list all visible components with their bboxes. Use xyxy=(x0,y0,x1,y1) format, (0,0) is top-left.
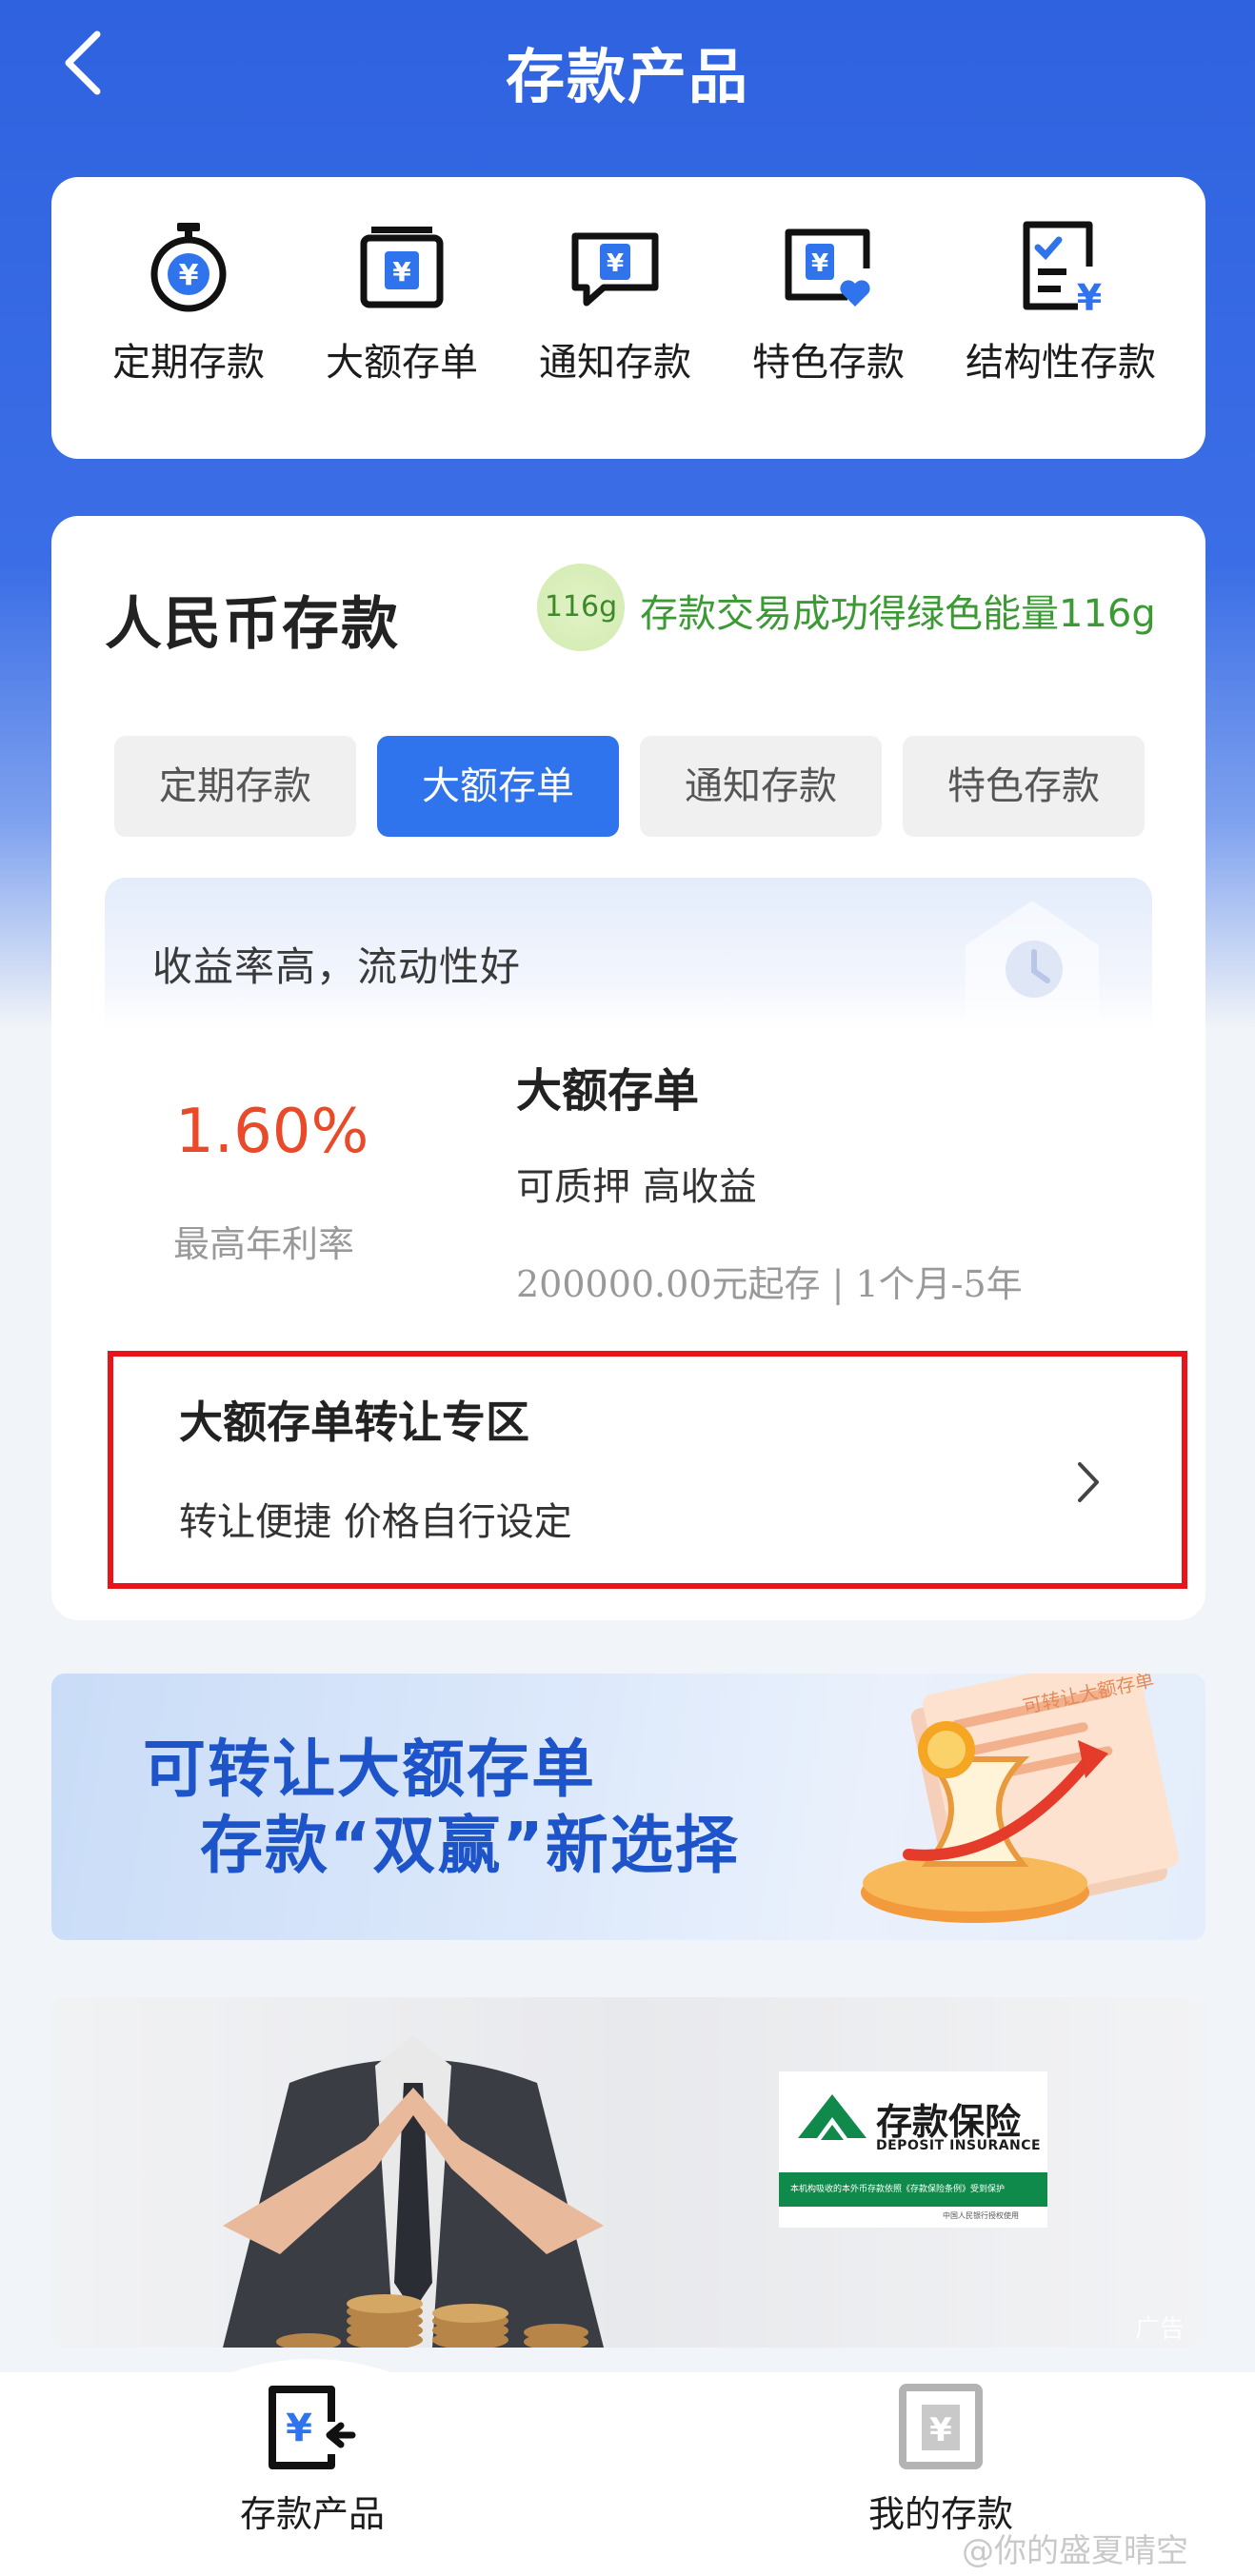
category-label: 结构性存款 xyxy=(966,341,1156,385)
insurance-green-strip: 本机构吸收的本外币存款依照《存款保险条例》受到保护 xyxy=(779,2172,1047,2207)
category-large-cd[interactable]: ¥ 大额存单 xyxy=(307,219,497,386)
house-clock-icon xyxy=(956,893,1108,1020)
category-label: 大额存单 xyxy=(326,341,478,385)
message-yuan-icon: ¥ xyxy=(571,232,659,307)
deposit-transfer-icon: ¥ xyxy=(269,2386,356,2469)
timer-yuan-icon: ¥ xyxy=(150,223,227,312)
nav-my-deposits[interactable]: ¥ 我的存款 xyxy=(846,2380,1036,2537)
svg-text:¥: ¥ xyxy=(811,249,828,278)
card-heart-yuan-icon: ¥ xyxy=(785,228,870,307)
insurance-footnote: 中国人民银行授权使用 xyxy=(943,2211,1019,2220)
green-energy-text[interactable]: 存款交易成功得绿色能量116g xyxy=(640,583,1156,638)
nav-label: 存款产品 xyxy=(239,2493,385,2535)
svg-text:¥: ¥ xyxy=(607,249,624,278)
insurance-subtitle: DEPOSIT INSURANCE xyxy=(876,2138,1042,2153)
deposit-insurance-logo-icon xyxy=(798,2094,867,2140)
chevron-right-icon xyxy=(1074,1458,1103,1510)
transfer-title: 大额存单转让专区 xyxy=(179,1397,529,1448)
my-deposit-icon: ¥ xyxy=(899,2384,983,2469)
category-featured-deposit[interactable]: ¥ 特色存款 xyxy=(733,219,924,386)
coins-hourglass-illustration: 可转让大额存单 xyxy=(861,1674,1180,1923)
promo-text: 收益率高，流动性好 xyxy=(152,943,522,990)
product-meta: 200000.00元起存 | 1个月-5年 xyxy=(516,1263,1023,1305)
svg-text:¥: ¥ xyxy=(1077,277,1102,314)
category-label: 特色存款 xyxy=(752,341,905,385)
svg-text:¥: ¥ xyxy=(286,2407,312,2450)
tab-fixed-deposit[interactable]: 定期存款 xyxy=(114,736,356,837)
category-label: 通知存款 xyxy=(539,341,691,385)
certificate-yuan-icon: ¥ xyxy=(360,227,444,308)
transfer-subtitle: 转让便捷 价格自行设定 xyxy=(179,1500,572,1544)
category-notice-deposit[interactable]: ¥ 通知存款 xyxy=(520,219,710,386)
rate-label: 最高年利率 xyxy=(173,1223,355,1265)
green-energy-badge: 116g xyxy=(537,564,625,651)
watermark: @你的盛夏晴空 xyxy=(962,2532,1188,2570)
product-features: 可质押 高收益 xyxy=(516,1165,757,1209)
tab-notice-deposit[interactable]: 通知存款 xyxy=(640,736,882,837)
page-title: 存款产品 xyxy=(505,42,749,111)
nav-active-bump xyxy=(221,2359,402,2376)
category-label: 定期存款 xyxy=(112,341,265,385)
energy-badge-value: 116g xyxy=(544,590,618,624)
nav-deposit-products[interactable]: ¥ 存款产品 xyxy=(217,2380,408,2537)
ad-subheadline: 存款“双赢”新选择 xyxy=(200,1809,740,1882)
category-fixed-deposit[interactable]: ¥ 定期存款 xyxy=(93,219,284,386)
cd-transfer-zone[interactable] xyxy=(108,1351,1187,1589)
svg-text:¥: ¥ xyxy=(179,259,199,292)
svg-text:¥: ¥ xyxy=(392,256,411,287)
rate-value: 1.60% xyxy=(175,1097,369,1167)
insurance-title: 存款保险 xyxy=(876,2101,1022,2143)
product-name[interactable]: 大额存单 xyxy=(516,1053,699,1120)
category-card: ¥ 定期存款 ¥ 大额存单 ¥ 通知存款 ¥ 特色存款 ¥ 结构性存款 xyxy=(51,177,1205,459)
tab-large-cd[interactable]: 大额存单 xyxy=(377,736,619,837)
tab-featured-deposit[interactable]: 特色存款 xyxy=(903,736,1145,837)
checklist-yuan-icon: ¥ xyxy=(1023,221,1102,314)
svg-text:¥: ¥ xyxy=(929,2411,952,2449)
category-structured-deposit[interactable]: ¥ 结构性存款 xyxy=(946,219,1175,386)
ad-tag: 广告 xyxy=(1135,2315,1185,2344)
insurance-green-text: 本机构吸收的本外币存款依照《存款保险条例》受到保护 xyxy=(790,2185,1006,2194)
hands-coins-illustration xyxy=(223,2035,604,2348)
section-title: 人民币存款 xyxy=(105,591,400,658)
